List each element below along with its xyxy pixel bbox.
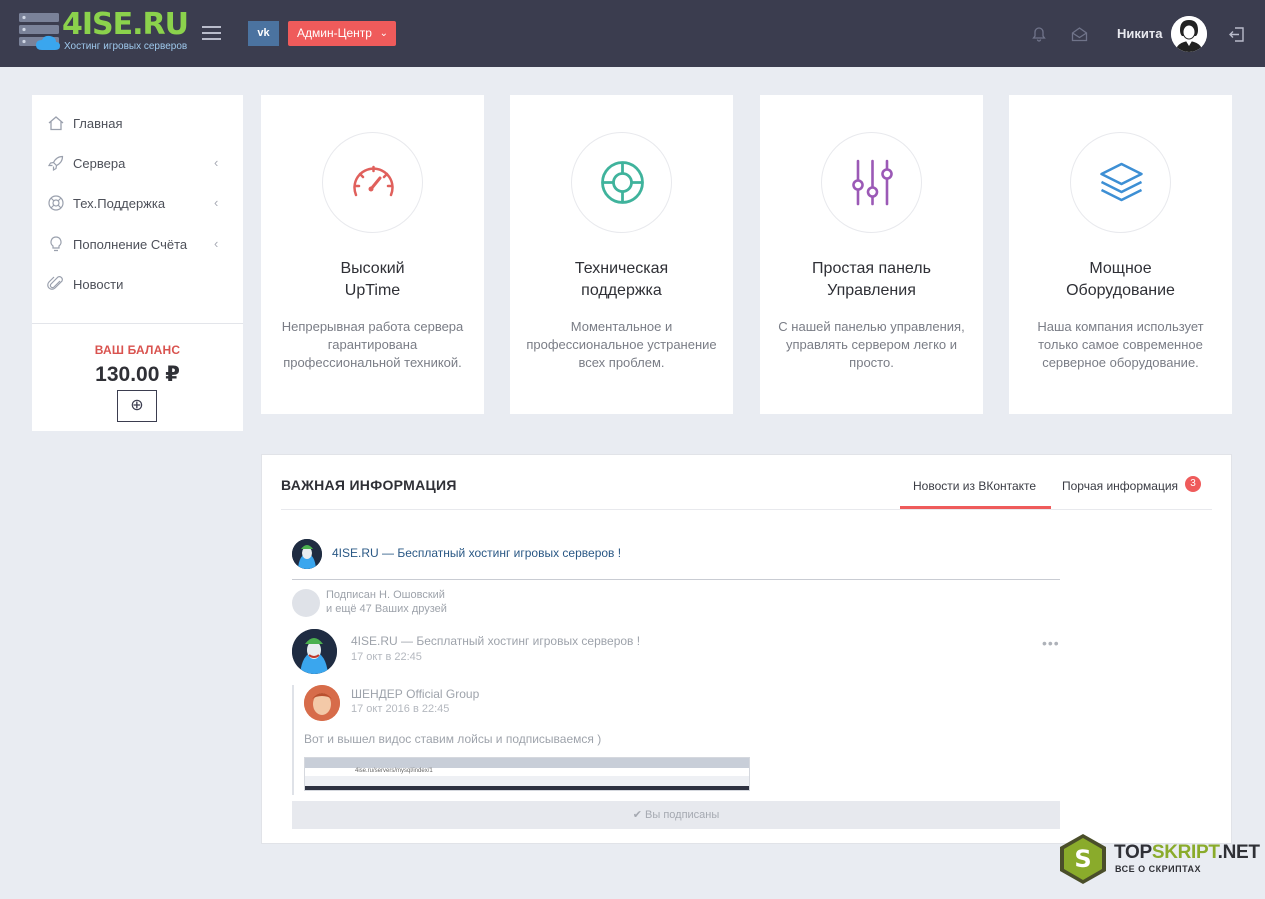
feature-title-line2: Оборудование [1066,282,1175,299]
add-balance-button[interactable]: ⊕ [117,390,157,422]
sidebar-item-news[interactable]: Новости [32,264,243,304]
post-author[interactable]: 4ISE.RU — Бесплатный хостинг игровых сер… [351,634,640,648]
post-author-avatar[interactable] [292,629,337,674]
topskript-logo-icon: S [1060,834,1106,884]
admin-center-button[interactable]: Админ-Центр ⌄ [288,21,396,46]
important-info-panel: ВАЖНАЯ ИНФОРМАЦИЯ Новости из ВКонтакте П… [261,454,1232,844]
vk-divider [292,579,1060,580]
repost-author[interactable]: ШЕНДЕР Official Group [351,687,479,701]
sidebar-divider [32,323,243,324]
feature-card-uptime: Высокий UpTime Непрерывная работа сервера… [261,95,484,414]
sidebar-item-label: Пополнение Счёта [73,237,188,252]
feature-description: Моментальное и профессиональное устранен… [526,319,717,370]
feature-title-line2: поддержка [581,282,662,299]
user-avatar-icon [1171,16,1207,52]
repost-date[interactable]: 17 окт 2016 в 22:45 [351,703,449,715]
sidebar-item-label: Главная [73,116,123,131]
more-options-icon[interactable]: ••• [1042,635,1060,651]
feature-title-line1: Техническая [574,260,669,277]
feature-card-hardware: Мощное Оборудование Наша компания использ… [1009,95,1232,414]
chevron-down-icon: ⌄ [379,28,388,39]
post-date[interactable]: 17 окт в 22:45 [351,651,422,663]
sidebar-item-support[interactable]: Тех.Поддержка ‹ [32,183,243,223]
paperclip-icon [47,276,63,290]
bulb-icon [50,236,62,252]
dog-avatar-icon [292,589,320,617]
menu-toggle-icon[interactable] [202,26,221,41]
repost-indicator [292,685,294,795]
notification-badge: 3 [1185,476,1201,492]
post-screenshot-image[interactable]: 4ise.ru/servers/mysql/index/1 [304,757,750,791]
group-avatar[interactable] [292,539,322,569]
sidebar-item-label: Тех.Поддержка [73,196,166,211]
sidebar-item-topup[interactable]: Пополнение Счёта ‹ [32,224,243,264]
sidebar-item-label: Новости [73,277,124,292]
watermark-net: .NET [1217,842,1260,863]
logo-subtitle: Хостинг игровых серверов [64,41,188,52]
subscribed-button[interactable]: ✔ Вы подписаны [292,801,1060,829]
tabs-divider [281,509,1212,510]
balance-value: 130.00 ₽ [95,363,180,386]
vk-widget: 4ISE.RU — Бесплатный хостинг игровых сер… [292,535,1060,829]
avatar[interactable] [1171,16,1207,52]
watermark-top: TOP [1114,842,1152,863]
bell-icon[interactable] [1031,26,1047,42]
vk-friends-count: и ещё 47 Ваших друзей [326,603,447,615]
feature-description: Непрерывная работа сервера гарантирована… [281,319,464,370]
sidebar-item-label: Сервера [73,156,126,171]
chevron-left-icon: ‹ [214,155,219,170]
lifebuoy-icon [601,161,644,204]
watermark-skript: SKRIPT [1151,842,1218,863]
screenshot-url: 4ise.ru/servers/mysql/index/1 [355,768,433,774]
tab-vk-news[interactable]: Новости из ВКонтакте [913,479,1036,493]
sidebar-item-servers[interactable]: Сервера ‹ [32,143,243,183]
svg-text:S: S [1074,845,1091,873]
joker-avatar-icon [292,629,337,674]
sidebar: Главная Сервера ‹ Тех.Поддержка ‹ Пополн… [32,95,243,431]
site-logo[interactable]: 4ISE.RU Хостинг игровых серверов [18,8,193,56]
feature-title-line2: Управления [827,282,916,299]
logout-icon[interactable] [1228,26,1245,43]
person-avatar-icon [304,685,340,721]
topskript-watermark: S TOPSKRIPT.NET ВСЕ О СКРИПТАХ [1058,833,1263,885]
tab-other-info[interactable]: Порчая информация [1062,479,1178,493]
vk-subscribed-by: Подписан Н. Ошовский [326,589,445,601]
repost-author-avatar[interactable] [304,685,340,721]
feature-card-panel: Простая панель Управления С нашей панелью… [760,95,983,414]
sliders-icon [852,159,893,206]
logo-text: 4ISE.RU [62,7,189,42]
speedometer-icon [353,165,394,197]
chevron-left-icon: ‹ [214,236,219,251]
vk-group-name[interactable]: 4ISE.RU — Бесплатный хостинг игровых сер… [332,546,621,560]
feature-title-line1: Мощное [1089,260,1152,277]
rocket-icon [47,155,64,172]
active-tab-indicator [900,506,1051,509]
username[interactable]: Никита [1117,26,1162,41]
feature-title-line2: UpTime [344,282,401,299]
feature-title-line1: Простая панель [812,260,931,277]
panel-title: ВАЖНАЯ ИНФОРМАЦИЯ [281,477,457,493]
subscribed-label: Вы подписаны [645,809,720,821]
server-logo-icon [19,13,60,50]
chevron-left-icon: ‹ [214,195,219,210]
check-icon: ✔ [632,809,642,821]
watermark-tagline: ВСЕ О СКРИПТАХ [1115,864,1202,874]
top-header: 4ISE.RU Хостинг игровых серверов vk Адми… [0,0,1265,67]
layers-icon [1100,162,1143,202]
lifebuoy-icon [48,195,64,211]
balance-title: ВАШ БАЛАНС [94,343,181,357]
home-icon [48,116,64,131]
feature-title-line1: Высокий [340,260,405,277]
admin-center-label: Админ-Центр [297,26,372,40]
joker-avatar-icon [292,539,322,569]
feature-card-support: Техническая поддержка Моментальное и проф… [510,95,733,414]
mail-icon[interactable] [1071,26,1088,42]
sidebar-item-home[interactable]: Главная [32,103,243,143]
post-text: Вот и вышел видос ставим лойсы и подписы… [304,732,602,746]
feature-description: Наша компания использует только самое со… [1037,319,1204,370]
feature-description: С нашей панелью управления, управлять се… [778,319,965,370]
vk-button[interactable]: vk [248,21,279,46]
plus-circle-icon: ⊕ [130,397,144,414]
